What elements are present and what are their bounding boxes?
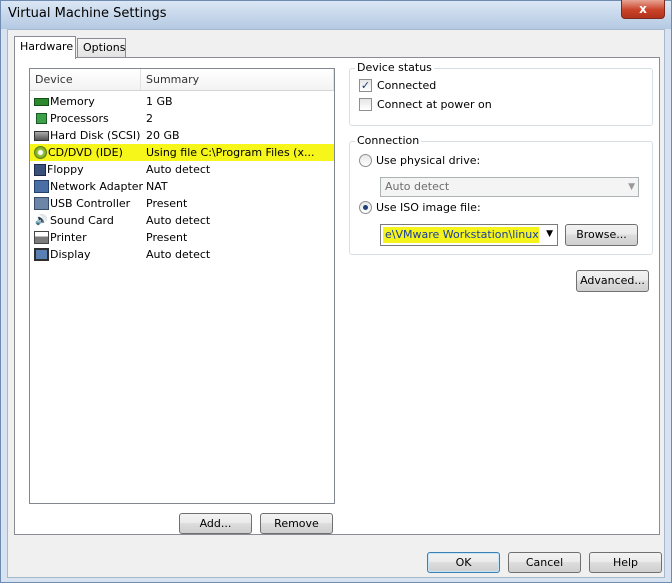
- device-name: USB Controller: [50, 197, 131, 210]
- device-cell: Processors: [30, 112, 141, 125]
- device-row[interactable]: Display Auto detect: [30, 246, 334, 263]
- device-row[interactable]: Printer Present: [30, 229, 334, 246]
- device-name: Processors: [50, 112, 109, 125]
- tab-hardware[interactable]: Hardware: [14, 36, 76, 59]
- hardware-panel: Device Summary Memory 1 GB Processors 2 Hard…: [14, 57, 660, 535]
- device-summary: NAT: [146, 180, 168, 193]
- device-summary: 2: [146, 112, 153, 125]
- use-physical-drive-row[interactable]: Use physical drive:: [359, 154, 480, 167]
- device-name: Printer: [50, 231, 87, 244]
- device-summary: Auto detect: [146, 163, 211, 176]
- connect-at-power-on-label: Connect at power on: [377, 98, 492, 111]
- device-cell: USB Controller: [30, 197, 141, 210]
- device-summary: 1 GB: [146, 95, 173, 108]
- column-header-summary[interactable]: Summary: [141, 69, 334, 90]
- help-button[interactable]: Help: [589, 552, 662, 573]
- connect-at-power-on-checkbox[interactable]: [359, 98, 372, 111]
- device-row[interactable]: Floppy Auto detect: [30, 161, 334, 178]
- device-cell: Memory: [30, 95, 141, 108]
- use-iso-image-radio[interactable]: [359, 201, 372, 214]
- chevron-down-icon[interactable]: ▼: [546, 229, 553, 239]
- device-cell: CD/DVD (IDE): [30, 146, 141, 159]
- device-status-label: Device status: [355, 61, 434, 74]
- iso-path-value: e\VMware Workstation\linux.iso: [383, 227, 539, 243]
- device-summary: 20 GB: [146, 129, 180, 142]
- window-title: Virtual Machine Settings: [8, 6, 167, 21]
- device-name: CD/DVD (IDE): [48, 146, 123, 159]
- device-cell: Printer: [30, 231, 141, 244]
- device-row[interactable]: CD/DVD (IDE) Using file C:\Program Files …: [30, 144, 334, 161]
- device-row[interactable]: Memory 1 GB: [30, 93, 334, 110]
- memory-icon: [34, 97, 49, 106]
- use-iso-image-label: Use ISO image file:: [376, 201, 481, 214]
- physical-drive-select[interactable]: Auto detect ▼: [380, 177, 639, 197]
- device-row[interactable]: Processors 2: [30, 110, 334, 127]
- display-icon: [34, 248, 49, 261]
- device-name: Memory: [50, 95, 95, 108]
- browse-button[interactable]: Browse...: [565, 224, 638, 246]
- connected-checkbox-row[interactable]: ✓ Connected: [359, 79, 436, 92]
- usb-icon: [34, 197, 49, 210]
- device-name: Hard Disk (SCSI): [50, 129, 141, 142]
- physical-drive-value: Auto detect: [385, 180, 450, 193]
- ok-button[interactable]: OK: [427, 552, 500, 573]
- close-button[interactable]: x: [621, 0, 665, 19]
- dialog-window: Virtual Machine Settings x Hardware Opti…: [0, 0, 672, 583]
- device-name: Sound Card: [50, 214, 114, 227]
- device-summary: Auto detect: [146, 214, 211, 227]
- device-cell: 🔊 Sound Card: [30, 214, 141, 227]
- connected-checkbox[interactable]: ✓: [359, 79, 372, 92]
- connection-label: Connection: [355, 134, 422, 147]
- floppy-icon: [34, 163, 46, 176]
- iso-path-combobox[interactable]: e\VMware Workstation\linux.iso ▼: [380, 224, 558, 246]
- device-rows: Memory 1 GB Processors 2 Hard Disk (SCSI) 20 …: [30, 91, 334, 263]
- connected-label: Connected: [377, 79, 437, 92]
- device-summary: Auto detect: [146, 248, 211, 261]
- column-header-device[interactable]: Device: [30, 69, 141, 90]
- device-row[interactable]: Hard Disk (SCSI) 20 GB: [30, 127, 334, 144]
- connection-group: Connection Use physical drive: Auto dete…: [349, 134, 653, 255]
- device-list[interactable]: Device Summary Memory 1 GB Processors 2 Hard…: [29, 68, 335, 504]
- device-row[interactable]: Network Adapter NAT: [30, 178, 334, 195]
- device-cell: Network Adapter: [30, 180, 144, 193]
- cancel-button[interactable]: Cancel: [508, 552, 581, 573]
- network-adapter-icon: [34, 180, 49, 193]
- device-name: Network Adapter: [50, 180, 144, 193]
- printer-icon: [34, 231, 49, 244]
- device-row[interactable]: USB Controller Present: [30, 195, 334, 212]
- device-cell: Floppy: [30, 163, 141, 176]
- hard-disk-icon: [34, 130, 49, 141]
- tab-options[interactable]: Options: [77, 38, 126, 58]
- device-summary: Present: [146, 231, 188, 244]
- device-summary: Using file C:\Program Files (x...: [146, 146, 315, 159]
- processor-icon: [36, 113, 47, 124]
- cd-dvd-icon: [34, 146, 47, 159]
- advanced-button[interactable]: Advanced...: [576, 270, 649, 292]
- device-cell: Display: [30, 248, 141, 261]
- connect-at-power-on-row[interactable]: Connect at power on: [359, 98, 492, 111]
- use-physical-drive-label: Use physical drive:: [376, 154, 481, 167]
- device-row[interactable]: 🔊 Sound Card Auto detect: [30, 212, 334, 229]
- device-summary: Present: [146, 197, 188, 210]
- remove-button[interactable]: Remove: [260, 513, 333, 534]
- add-button[interactable]: Add...: [179, 513, 252, 534]
- device-list-header: Device Summary: [30, 69, 334, 91]
- use-iso-image-row[interactable]: Use ISO image file:: [359, 201, 481, 214]
- title-bar[interactable]: Virtual Machine Settings x: [1, 0, 671, 29]
- device-cell: Hard Disk (SCSI): [30, 129, 141, 142]
- dialog-client: Hardware Options Device Summary Memory 1 …: [7, 29, 665, 578]
- use-physical-drive-radio[interactable]: [359, 154, 372, 167]
- chevron-down-icon: ▼: [628, 182, 635, 192]
- device-status-group: Device status ✓ Connected Connect at pow…: [349, 61, 653, 126]
- device-name: Floppy: [47, 163, 84, 176]
- sound-card-icon: 🔊: [35, 214, 48, 226]
- device-name: Display: [50, 248, 91, 261]
